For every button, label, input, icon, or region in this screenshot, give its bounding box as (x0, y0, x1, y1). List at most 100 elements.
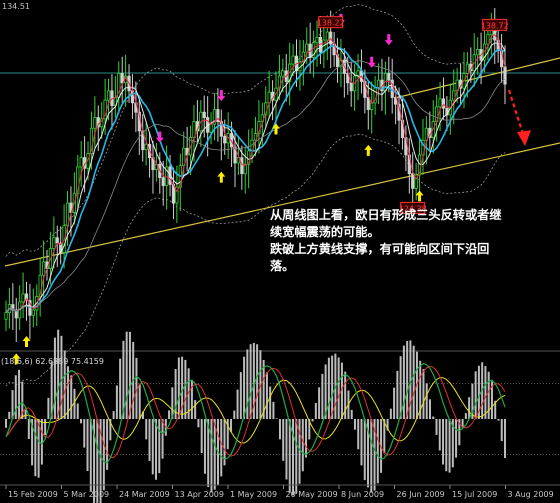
histogram-bar (34, 419, 37, 477)
histogram-bar (376, 419, 379, 484)
histogram-bar (128, 331, 131, 419)
histogram-bar (80, 419, 83, 424)
price-label: 138.72 (481, 18, 509, 31)
histogram-bar (168, 410, 171, 419)
histogram-bar (474, 371, 477, 419)
candle-body (325, 31, 329, 41)
histogram-bar (285, 419, 288, 480)
histogram-bar (350, 409, 353, 419)
candle-body (376, 79, 381, 89)
histogram-bar (484, 366, 487, 419)
candle-body (291, 55, 295, 65)
date-tick-label: 5 Mar 2009 (64, 490, 110, 499)
candle-body (209, 123, 213, 133)
histogram-bar (428, 399, 431, 419)
histogram-bar (239, 372, 242, 419)
histogram-bar (389, 408, 392, 419)
histogram-bar (331, 355, 334, 419)
candle-body (223, 135, 227, 144)
candle-body (55, 237, 59, 244)
histogram-bar (184, 359, 187, 419)
date-tick-label: 13 Apr 2009 (175, 490, 224, 499)
histogram-bar (370, 419, 373, 493)
candle-body (366, 97, 370, 110)
date-tick-label: 15 Feb 2009 (8, 490, 58, 499)
histogram-bar (243, 356, 246, 419)
histogram-bar (155, 419, 158, 480)
histogram-bar (393, 387, 396, 419)
annotation-line-2: 续宽幅震荡的可能。 (270, 224, 380, 239)
candle-body (315, 36, 319, 44)
histogram-bar (47, 397, 50, 419)
histogram-bar (504, 419, 506, 459)
candle-body (79, 157, 83, 168)
price-label: 138.22 (317, 16, 345, 29)
candle-body (267, 91, 271, 104)
histogram-bar (278, 419, 281, 440)
top-price-label: 134.51 (2, 2, 30, 11)
histogram-bar (89, 419, 92, 491)
candle-body (305, 43, 309, 53)
histogram-bar (438, 419, 441, 451)
histogram-bar (57, 329, 60, 419)
candle-body (120, 73, 124, 84)
histogram-bar (314, 403, 317, 419)
histogram-bar (500, 419, 503, 442)
histogram-bar (18, 369, 21, 419)
candle-body (387, 73, 391, 81)
histogram-bar (256, 344, 259, 419)
histogram-bar (360, 419, 363, 466)
price-label-text: 138.72 (481, 21, 509, 30)
candle-body (349, 82, 353, 92)
histogram-bar (363, 419, 366, 481)
date-tick-label: 24 Mar 2009 (119, 490, 170, 499)
histogram-bar (249, 344, 252, 419)
histogram-bar (102, 419, 105, 491)
histogram-bar (327, 357, 330, 419)
histogram-bar (145, 419, 148, 440)
histogram-bar (357, 419, 360, 450)
candle-body (503, 66, 507, 85)
histogram-bar (455, 419, 458, 458)
candle-body (31, 309, 35, 316)
candle-body (240, 157, 244, 175)
annotation-line-3: 跌破上方黄线支撑，有可能向区间下沿回 (270, 241, 489, 256)
histogram-bar (83, 419, 86, 448)
histogram-bar (318, 387, 321, 419)
histogram-bar (37, 419, 40, 478)
histogram-bar (115, 385, 118, 419)
histogram-bar (288, 419, 291, 493)
histogram-bar (406, 340, 409, 419)
histogram-bar (468, 397, 471, 419)
histogram-bar (112, 411, 115, 419)
histogram-bar (200, 419, 203, 453)
histogram-bar (305, 419, 308, 458)
histogram-bar (445, 419, 448, 472)
histogram-bar (432, 416, 435, 419)
histogram-bar (282, 419, 285, 461)
histogram-bar (402, 345, 405, 419)
candle-body (281, 70, 285, 77)
histogram-bar (497, 419, 500, 421)
histogram-bar (119, 358, 122, 419)
histogram-bar (148, 419, 151, 461)
histogram-bar (321, 373, 324, 419)
date-tick-label: 20 May 2009 (286, 490, 338, 499)
candle-body (438, 98, 442, 108)
histogram-bar (220, 419, 223, 477)
histogram-bar (70, 375, 73, 419)
histogram-bar (5, 419, 7, 428)
candle-body (52, 237, 56, 249)
forex-chart: 138.22 138.72124.38 15 Feb 2009 5 Mar 2009… (0, 0, 560, 503)
histogram-bar (233, 410, 236, 419)
histogram-bar (138, 384, 141, 419)
candle-body (161, 177, 165, 187)
date-tick-label: 26 Jun 2009 (397, 490, 445, 499)
histogram-bar (301, 419, 304, 472)
candle-body (411, 173, 415, 189)
histogram-bar (265, 372, 268, 419)
oscillator-title: (18,6,6) 62.6889 75.4159 (1, 357, 104, 366)
histogram-bar (158, 419, 161, 474)
histogram-bar (177, 357, 180, 419)
candle-body (21, 293, 25, 303)
